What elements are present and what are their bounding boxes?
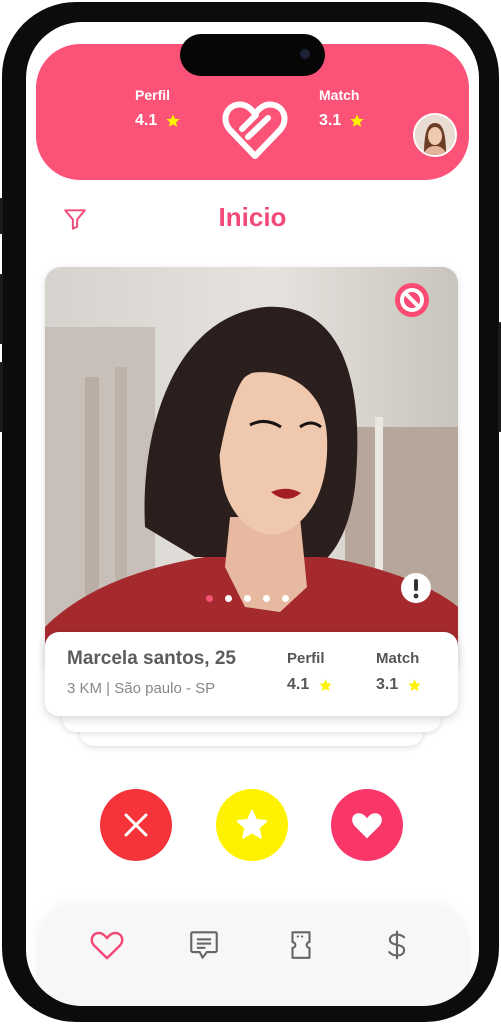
star-icon xyxy=(350,114,364,127)
front-camera xyxy=(300,49,310,59)
chat-icon xyxy=(190,931,218,959)
side-button xyxy=(0,198,3,234)
volume-down-button xyxy=(0,362,3,432)
ticket-icon xyxy=(291,931,311,959)
card-profile-rating: 4.1 xyxy=(287,676,333,694)
nav-item-tickets[interactable] xyxy=(281,925,321,965)
phone-frame: Perfil 4.1 Match 3.1 Inicio Marcela sant… xyxy=(0,2,501,1022)
report-icon[interactable] xyxy=(400,572,432,604)
header-match-rating: 3.1 xyxy=(319,112,365,130)
star-icon xyxy=(319,678,332,691)
nav-item-matches[interactable] xyxy=(87,925,127,965)
star-icon xyxy=(408,678,421,691)
person-location: 3 KM | São paulo - SP xyxy=(67,680,216,697)
profile-photo[interactable] xyxy=(45,267,458,667)
heart-icon xyxy=(90,931,124,960)
profile-info-card[interactable]: Marcela santos, 25 3 KM | São paulo - SP… xyxy=(45,632,458,716)
like-button[interactable] xyxy=(331,789,403,861)
header-profile-rating-value: 4.1 xyxy=(135,112,158,129)
avatar-photo xyxy=(415,115,455,155)
page-title: Inicio xyxy=(218,202,287,232)
header-match-label: Match xyxy=(319,87,360,103)
photo-indicator-dot[interactable] xyxy=(225,595,232,602)
dollar-icon xyxy=(388,930,406,960)
card-profile-rating-value: 4.1 xyxy=(287,676,310,693)
card-match-rating: 3.1 xyxy=(376,676,422,694)
volume-up-button xyxy=(0,274,3,344)
close-icon xyxy=(124,813,148,837)
header-profile-label: Perfil xyxy=(135,87,171,103)
bottom-navigation xyxy=(36,905,469,1006)
card-match-label: Match xyxy=(376,650,420,667)
photo-indicator-dot[interactable] xyxy=(206,595,213,602)
photo-indicator-dot[interactable] xyxy=(263,595,270,602)
superlike-button[interactable] xyxy=(216,789,288,861)
nav-item-payments[interactable] xyxy=(377,925,417,965)
person-name: Marcela santos, 25 xyxy=(67,648,236,669)
card-profile-label: Perfil xyxy=(287,650,325,667)
block-icon[interactable] xyxy=(392,280,432,320)
user-avatar[interactable] xyxy=(413,113,457,157)
heart-icon xyxy=(352,813,382,839)
profile-photo-image xyxy=(45,267,458,667)
nav-item-chat[interactable] xyxy=(184,925,224,965)
photo-indicator-dot[interactable] xyxy=(244,595,251,602)
header-profile-rating: 4.1 xyxy=(135,112,181,130)
photo-indicator xyxy=(206,595,289,602)
dislike-button[interactable] xyxy=(100,789,172,861)
photo-indicator-dot[interactable] xyxy=(282,595,289,602)
dynamic-island xyxy=(180,34,325,76)
card-match-rating-value: 3.1 xyxy=(376,676,399,693)
brand-logo-icon xyxy=(222,101,288,159)
star-icon xyxy=(166,114,180,127)
star-icon xyxy=(236,809,268,839)
screen: Perfil 4.1 Match 3.1 Inicio Marcela sant… xyxy=(26,22,479,1006)
header-match-rating-value: 3.1 xyxy=(319,112,342,129)
